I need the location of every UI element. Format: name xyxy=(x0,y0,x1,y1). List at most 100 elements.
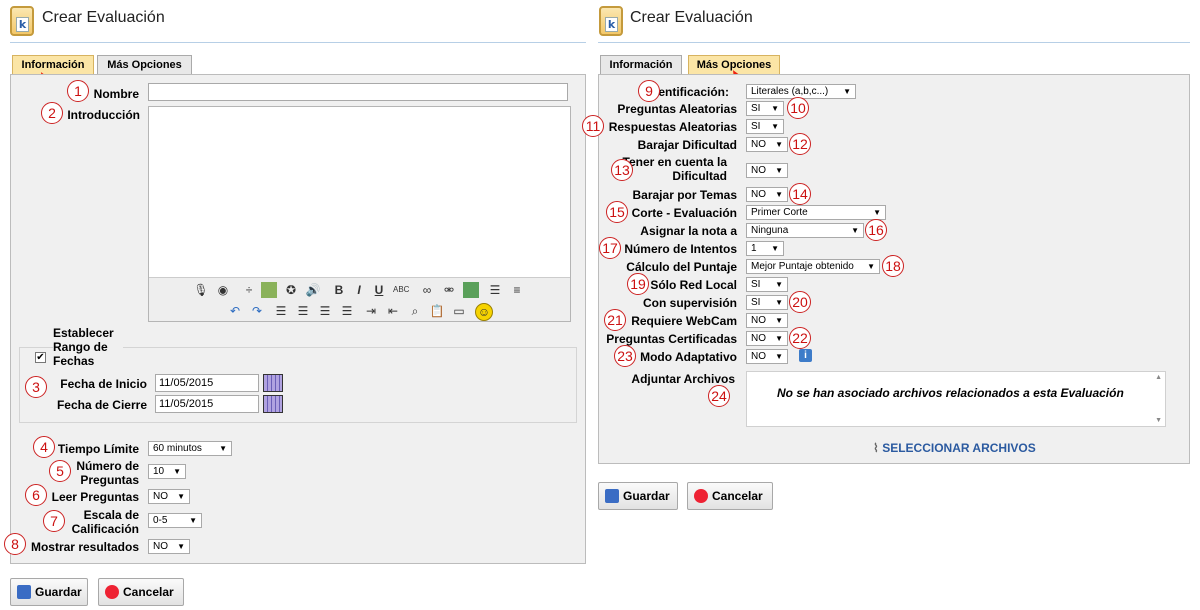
underline-icon[interactable]: U xyxy=(371,282,387,298)
row-8-select[interactable]: Ninguna ▼ xyxy=(746,223,864,238)
insert-image-icon[interactable] xyxy=(463,282,479,298)
numero-select[interactable]: 10 ▼ xyxy=(148,464,186,479)
marker-1: 1 xyxy=(67,80,89,102)
image-icon[interactable] xyxy=(261,282,277,298)
paste-icon[interactable]: 📋 xyxy=(429,303,445,319)
fraction-icon[interactable]: ÷ xyxy=(241,282,257,298)
floppy-disk-icon xyxy=(605,489,619,503)
undo-icon[interactable]: ↶ xyxy=(227,303,243,319)
row-6-select[interactable]: NO ▼ xyxy=(746,187,788,202)
select-files-link[interactable]: ⌇ SELECCIONAR ARCHIVOS xyxy=(873,441,1036,455)
row-15-select[interactable]: NO ▼ xyxy=(746,349,788,364)
template-icon[interactable]: ▭ xyxy=(451,303,467,319)
redo-icon[interactable]: ↷ xyxy=(249,303,265,319)
audio-icon[interactable]: 🔊 xyxy=(305,282,321,298)
cancel-button[interactable]: Cancelar xyxy=(687,482,773,510)
row-12-select[interactable]: SI ▼ xyxy=(746,295,788,310)
cancel-icon xyxy=(105,585,119,599)
align-center-icon[interactable]: ☰ xyxy=(295,303,311,319)
indent-icon[interactable]: ⇥ xyxy=(363,303,379,319)
row-13-select[interactable]: NO ▼ xyxy=(746,313,788,328)
mostrar-label: Mostrar resultados xyxy=(30,540,139,554)
marker-9: 9 xyxy=(638,80,660,102)
tab-informacion[interactable]: Información xyxy=(600,55,682,75)
escala-label: Escala de Calificación xyxy=(71,508,139,536)
globe-icon[interactable]: ◉ xyxy=(215,282,231,298)
attach-empty-text: No se han asociado archivos relacionados… xyxy=(777,386,1124,400)
calendar-icon[interactable] xyxy=(263,395,283,413)
marker-3: 3 xyxy=(25,376,47,398)
marker-24: 24 xyxy=(708,385,730,407)
row-7-select[interactable]: Primer Corte ▼ xyxy=(746,205,886,220)
nombre-label: Nombre xyxy=(93,87,139,101)
introduccion-editor[interactable]: 🎙 ◉ ÷ ✪ 🔊 B I U ABC ∞ ⚮ ☰ ≡ ↶ ↷ ☰ ☰ ☰ ☰ … xyxy=(148,106,571,322)
title-divider xyxy=(10,42,586,43)
cancel-button[interactable]: Cancelar xyxy=(98,578,184,606)
row-6-label: Barajar por Temas xyxy=(632,188,738,202)
calendar-icon[interactable] xyxy=(263,374,283,392)
fecha-cierre-input[interactable]: 11/05/2015 xyxy=(155,395,259,413)
fecha-inicio-label: Fecha de Inicio xyxy=(60,377,147,391)
row-4-label: Barajar Dificultad xyxy=(637,138,737,152)
mostrar-select[interactable]: NO ▼ xyxy=(148,539,190,554)
tiempo-select[interactable]: 60 minutos ▼ xyxy=(148,441,232,456)
link-icon[interactable]: ∞ xyxy=(419,282,435,298)
tab-mas-opciones[interactable]: Más Opciones xyxy=(97,55,192,75)
compass-icon[interactable]: ✪ xyxy=(283,282,299,298)
escala-select[interactable]: 0-5 ▼ xyxy=(148,513,202,528)
microphone-icon[interactable]: 🎙 xyxy=(193,282,209,298)
leer-select[interactable]: NO ▼ xyxy=(148,489,190,504)
rango-checkbox[interactable]: ✔ xyxy=(35,352,46,363)
outdent-icon[interactable]: ⇤ xyxy=(385,303,401,319)
align-right-icon[interactable]: ☰ xyxy=(317,303,333,319)
save-button[interactable]: Guardar xyxy=(598,482,678,510)
row-10-label: Cálculo del Puntaje xyxy=(626,260,737,274)
tiempo-label: Tiempo Límite xyxy=(57,442,139,456)
preview-icon[interactable]: ⌕ xyxy=(407,303,423,319)
marker-23: 23 xyxy=(614,345,636,367)
editor-toolbar: 🎙 ◉ ÷ ✪ 🔊 B I U ABC ∞ ⚮ ☰ ≡ ↶ ↷ ☰ ☰ ☰ ☰ … xyxy=(149,277,570,321)
row-4-select[interactable]: NO ▼ xyxy=(746,137,788,152)
marker-14: 14 xyxy=(789,183,811,205)
align-left-icon[interactable]: ☰ xyxy=(273,303,289,319)
attach-label: Adjuntar Archivos xyxy=(631,372,735,386)
row-8-label: Asignar la nota a xyxy=(640,224,737,238)
row-2-label: Preguntas Aleatorias xyxy=(617,102,737,116)
spellcheck-icon[interactable]: ABC xyxy=(393,282,409,298)
bullet-list-icon[interactable]: ☰ xyxy=(487,282,503,298)
row-14-select[interactable]: NO ▼ xyxy=(746,331,788,346)
scroll-up-icon[interactable]: ▲ xyxy=(1155,374,1162,381)
marker-20: 20 xyxy=(789,291,811,313)
marker-5: 5 xyxy=(49,460,71,482)
marker-19: 19 xyxy=(627,273,649,295)
italic-icon[interactable]: I xyxy=(351,282,367,298)
marker-11: 11 xyxy=(582,115,604,137)
scroll-down-icon[interactable]: ▼ xyxy=(1155,417,1162,424)
marker-13: 13 xyxy=(611,159,633,181)
row-9-select[interactable]: 1 ▼ xyxy=(746,241,784,256)
unlink-icon[interactable]: ⚮ xyxy=(441,282,457,298)
app-logo-icon: k xyxy=(599,6,623,36)
row-3-select[interactable]: SI ▼ xyxy=(746,119,784,134)
rango-label: Establecer Rango de Fechas xyxy=(53,326,123,368)
marker-16: 16 xyxy=(865,219,887,241)
row-2-select[interactable]: SI ▼ xyxy=(746,101,784,116)
save-button[interactable]: Guardar xyxy=(10,578,88,606)
numbered-list-icon[interactable]: ≡ xyxy=(509,282,525,298)
info-panel: 1 Nombre 2 Introducción 🎙 ◉ ÷ ✪ 🔊 B I U … xyxy=(4,74,586,564)
row-12-label: Con supervisión xyxy=(642,296,737,310)
marker-6: 6 xyxy=(25,484,47,506)
introduccion-label: Introducción xyxy=(67,108,140,122)
nombre-input[interactable] xyxy=(148,83,568,101)
smiley-icon[interactable]: ☺ xyxy=(475,303,493,321)
options-panel: Identificación: Literales (a,b,c...) ▼ 9 Pre… xyxy=(582,74,1190,464)
marker-12: 12 xyxy=(789,133,811,155)
row-10-select[interactable]: Mejor Puntaje obtenido ▼ xyxy=(746,259,880,274)
marker-17: 17 xyxy=(599,237,621,259)
info-icon[interactable]: i xyxy=(799,349,812,362)
row-5-select[interactable]: NO ▼ xyxy=(746,163,788,178)
row-11-select[interactable]: SI ▼ xyxy=(746,277,788,292)
bold-icon[interactable]: B xyxy=(331,282,347,298)
fecha-inicio-input[interactable]: 11/05/2015 xyxy=(155,374,259,392)
justify-icon[interactable]: ☰ xyxy=(339,303,355,319)
